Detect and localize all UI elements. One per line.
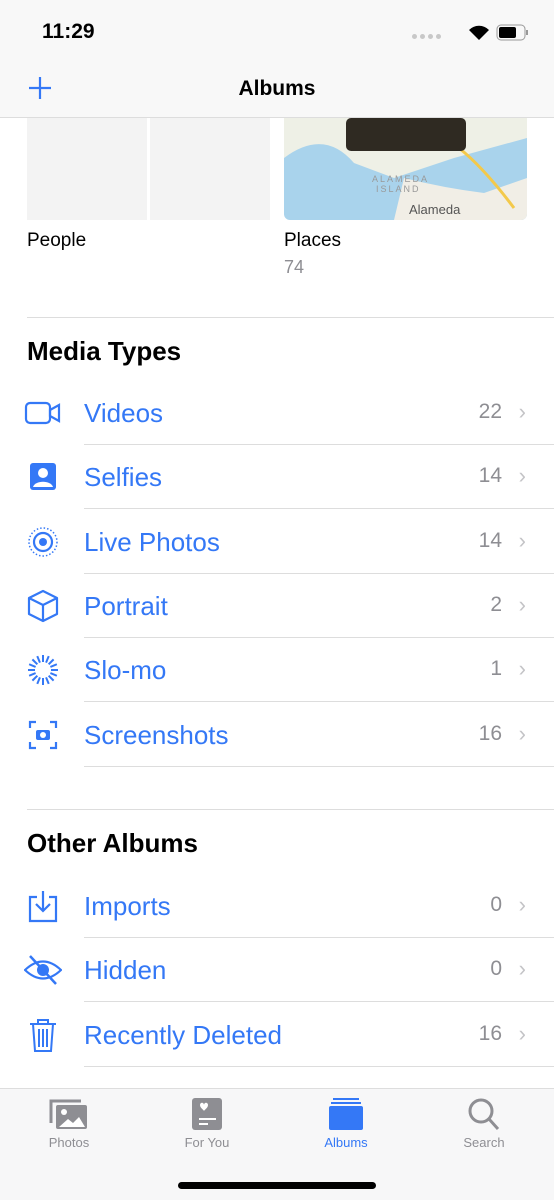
section-divider [27, 317, 554, 318]
album-row-live-photos[interactable]: Live Photos 14 › [0, 510, 554, 574]
home-indicator[interactable] [178, 1182, 376, 1189]
album-name: Screenshots [84, 719, 229, 750]
album-count: 1 [490, 657, 502, 681]
for-you-icon [192, 1098, 222, 1130]
album-count: 0 [490, 893, 502, 916]
row-separator [84, 765, 554, 767]
album-name: Videos [84, 398, 164, 428]
places-count: 74 [284, 257, 305, 277]
people-thumb-1[interactable] [27, 118, 147, 220]
battery-icon [496, 24, 528, 41]
cube-icon [24, 589, 62, 623]
album-name: Hidden [84, 955, 167, 986]
chevron-right-icon: › [518, 463, 526, 489]
svg-text:ALAMEDA: ALAMEDA [372, 174, 429, 184]
eye-slash-icon [23, 953, 63, 987]
tab-photos[interactable]: Photos [19, 1097, 119, 1150]
svg-text:ISLAND: ISLAND [376, 184, 421, 194]
places-label[interactable]: Places [284, 230, 341, 252]
import-icon [24, 889, 62, 923]
search-icon [468, 1098, 500, 1131]
signal-icon [412, 34, 441, 39]
people-thumb-2[interactable] [150, 118, 270, 220]
album-count: 16 [478, 1021, 502, 1045]
selfie-icon [24, 460, 62, 494]
album-row-screenshots[interactable]: Screenshots 16 › [0, 703, 554, 767]
tab-label: Search [463, 1135, 505, 1150]
tab-label: Photos [48, 1135, 90, 1150]
album-count: 2 [490, 592, 502, 616]
screenshot-icon [24, 718, 62, 752]
albums-icon [329, 1098, 363, 1130]
map-image: ALAMEDA ISLAND Alameda [284, 118, 527, 220]
album-row-selfies[interactable]: Selfies 14 › [0, 445, 554, 510]
album-row-hidden[interactable]: Hidden 0 › [0, 938, 554, 1003]
album-name: Selfies [84, 462, 163, 493]
album-row-portrait[interactable]: Portrait 2 › [0, 574, 554, 638]
trash-icon [24, 1018, 62, 1052]
album-name: Live Photos [84, 526, 220, 557]
album-count: 16 [478, 721, 502, 745]
people-label[interactable]: People [27, 230, 86, 252]
album-row-slo-mo[interactable]: Slo-mo 1 › [0, 638, 554, 703]
chevron-right-icon: › [518, 527, 526, 553]
chevron-right-icon: › [518, 399, 526, 424]
status-bar: 11:29 [0, 0, 554, 60]
svg-text:Alameda: Alameda [409, 202, 461, 217]
album-row-imports[interactable]: Imports 0 › [0, 874, 554, 938]
section-divider [27, 809, 554, 810]
slomo-icon [24, 653, 62, 687]
chevron-right-icon: › [518, 892, 526, 917]
chevron-right-icon: › [518, 656, 526, 682]
tab-search[interactable]: Search [434, 1097, 534, 1150]
album-row-recently-deleted[interactable]: Recently Deleted 16 › [0, 1003, 554, 1067]
chevron-right-icon: › [518, 591, 526, 617]
chevron-right-icon: › [518, 1020, 526, 1046]
navigation-bar: 11:29 Albums [0, 0, 554, 118]
wifi-icon [469, 25, 489, 40]
album-count: 14 [478, 464, 502, 488]
places-map-thumb[interactable]: ALAMEDA ISLAND Alameda [284, 118, 527, 220]
media-types-heading: Media Types [27, 336, 182, 366]
photos-icon [49, 1099, 87, 1129]
tab-label: For You [184, 1135, 230, 1150]
video-icon [24, 396, 62, 430]
album-name: Recently Deleted [84, 1019, 282, 1050]
album-name: Slo-mo [84, 655, 167, 686]
other-albums-heading: Other Albums [27, 828, 198, 858]
album-count: 14 [478, 528, 502, 552]
chevron-right-icon: › [518, 720, 526, 746]
row-separator [84, 1065, 554, 1067]
tab-for-you[interactable]: For You [157, 1097, 257, 1150]
tab-label: Albums [324, 1135, 368, 1150]
album-name: Portrait [84, 590, 168, 621]
chevron-right-icon: › [518, 956, 526, 982]
status-time: 11:29 [42, 20, 95, 43]
tab-albums[interactable]: Albums [296, 1097, 396, 1150]
album-row-videos[interactable]: Videos 22 › [0, 381, 554, 445]
live-photo-icon [24, 525, 62, 559]
page-title: Albums [238, 77, 316, 100]
album-count: 0 [490, 957, 502, 981]
album-name: Imports [84, 891, 171, 921]
album-count: 22 [478, 400, 502, 423]
